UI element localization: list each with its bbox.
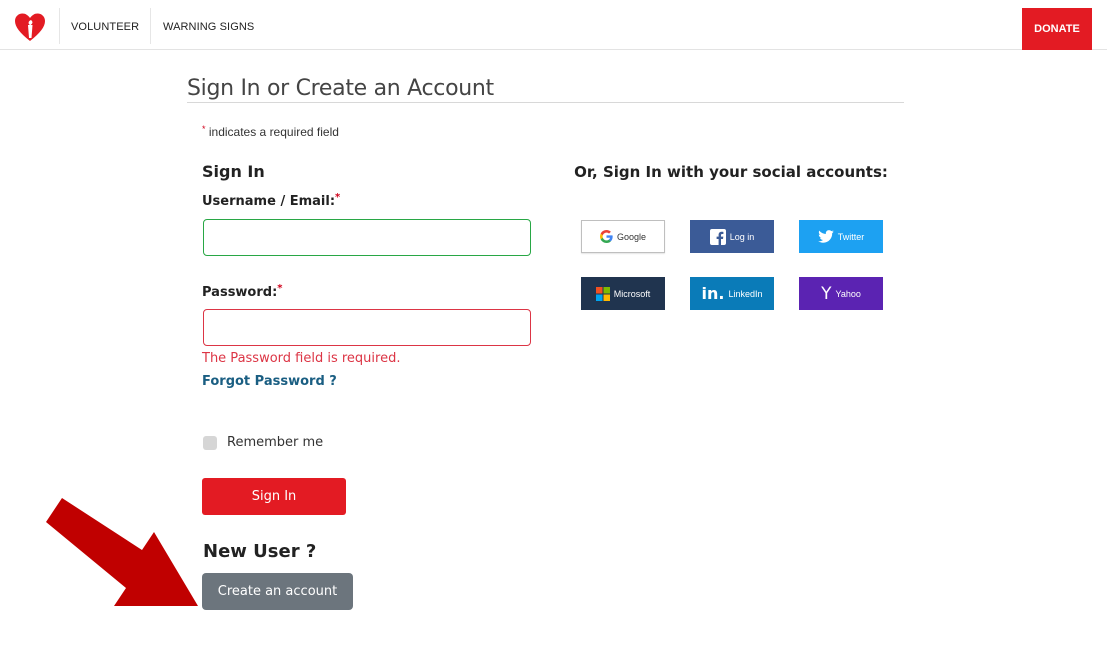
- annotation-arrow-icon: [46, 498, 198, 606]
- linkedin-button-label: LinkedIn: [728, 288, 763, 299]
- social-signin-heading: Or, Sign In with your social accounts:: [574, 163, 888, 181]
- yahoo-y-icon: Y: [821, 283, 832, 304]
- username-email-input[interactable]: [203, 219, 531, 256]
- required-star: *: [277, 283, 283, 294]
- remember-me-checkbox[interactable]: [203, 435, 217, 450]
- nav-volunteer-link[interactable]: VOLUNTEER: [71, 21, 139, 33]
- twitter-bird-icon: [817, 230, 834, 243]
- new-user-heading: New User ?: [203, 541, 317, 562]
- microsoft-button-label: Microsoft: [613, 288, 651, 299]
- title-divider: [187, 102, 904, 103]
- yahoo-button-label: Yahoo: [835, 288, 861, 299]
- password-input[interactable]: [203, 309, 531, 346]
- google-g-icon: [599, 230, 613, 243]
- facebook-f-icon: [709, 228, 726, 245]
- facebook-signin-button[interactable]: Log in: [690, 220, 774, 253]
- twitter-signin-button[interactable]: Twitter: [799, 220, 883, 253]
- password-label: Password:*: [202, 283, 283, 300]
- donate-button[interactable]: DONATE: [1022, 8, 1092, 50]
- forgot-password-link[interactable]: Forgot Password ?: [202, 374, 337, 389]
- twitter-button-label: Twitter: [837, 231, 865, 242]
- microsoft-signin-button[interactable]: Microsoft: [581, 277, 665, 310]
- linkedin-signin-button[interactable]: in. LinkedIn: [690, 277, 774, 310]
- nav-divider: [59, 8, 60, 44]
- top-navigation-bar: VOLUNTEER WARNING SIGNS DONATE: [0, 0, 1107, 50]
- required-field-note: * indicates a required field: [202, 124, 339, 139]
- heart-torch-logo-icon[interactable]: [14, 12, 46, 42]
- facebook-button-label: Log in: [729, 231, 755, 242]
- google-signin-button[interactable]: Google: [581, 220, 665, 253]
- nav-divider: [150, 8, 151, 44]
- nav-warning-signs-link[interactable]: WARNING SIGNS: [163, 21, 254, 33]
- remember-me-row[interactable]: Remember me: [203, 435, 323, 450]
- username-label: Username / Email:*: [202, 192, 340, 209]
- required-star: *: [202, 124, 206, 134]
- password-label-text: Password:: [202, 285, 278, 300]
- signin-heading: Sign In: [202, 162, 265, 181]
- password-error-message: The Password field is required.: [202, 351, 401, 366]
- yahoo-signin-button[interactable]: Y Yahoo: [799, 277, 883, 310]
- remember-me-label[interactable]: Remember me: [227, 435, 323, 450]
- sign-in-button[interactable]: Sign In: [202, 478, 346, 515]
- username-label-text: Username / Email:: [202, 194, 336, 209]
- required-note-text: indicates a required field: [208, 125, 339, 139]
- required-star: *: [335, 192, 341, 203]
- page-title: Sign In or Create an Account: [187, 76, 494, 101]
- google-button-label: Google: [616, 231, 647, 242]
- create-account-button[interactable]: Create an account: [202, 573, 353, 610]
- microsoft-logo-icon: [595, 286, 610, 301]
- linkedin-in-icon: in.: [701, 284, 725, 303]
